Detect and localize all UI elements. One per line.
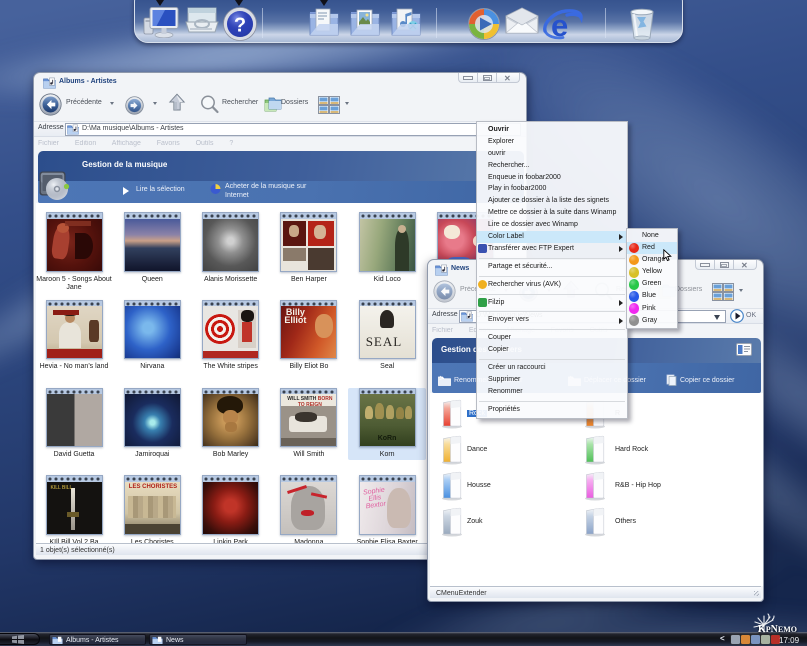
svg-text:?: ? (234, 15, 246, 37)
